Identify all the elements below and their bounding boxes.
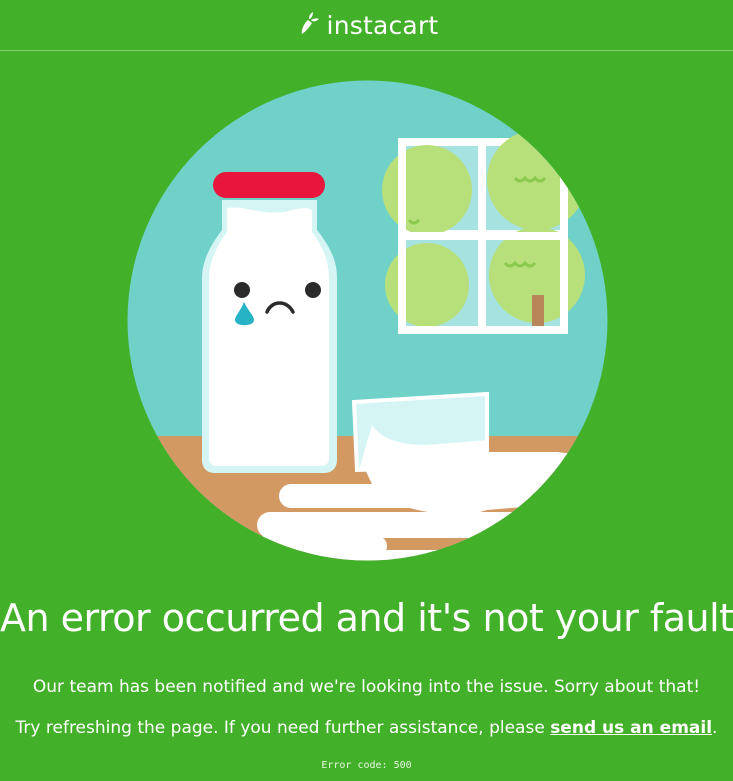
milk-bottle [202, 172, 337, 473]
assistance-message: Try refreshing the page. If you need fur… [0, 718, 733, 738]
spilled-milk-illustration [127, 80, 608, 561]
carrot-icon [295, 10, 321, 41]
send-email-link[interactable]: send us an email [550, 718, 712, 738]
error-code: Error code: 500 [321, 760, 412, 771]
window-graphic [382, 130, 587, 334]
error-headline: An error occurred and it's not your faul… [0, 596, 733, 640]
logo-wordmark: instacart [326, 10, 439, 40]
assistance-suffix: . [712, 718, 718, 738]
top-header: instacart [0, 0, 733, 51]
notified-message: Our team has been notified and we're loo… [32, 677, 701, 697]
assistance-prefix: Try refreshing the page. If you need fur… [15, 718, 551, 738]
instacart-logo[interactable]: instacart [295, 10, 439, 41]
tipped-glass [351, 391, 489, 473]
